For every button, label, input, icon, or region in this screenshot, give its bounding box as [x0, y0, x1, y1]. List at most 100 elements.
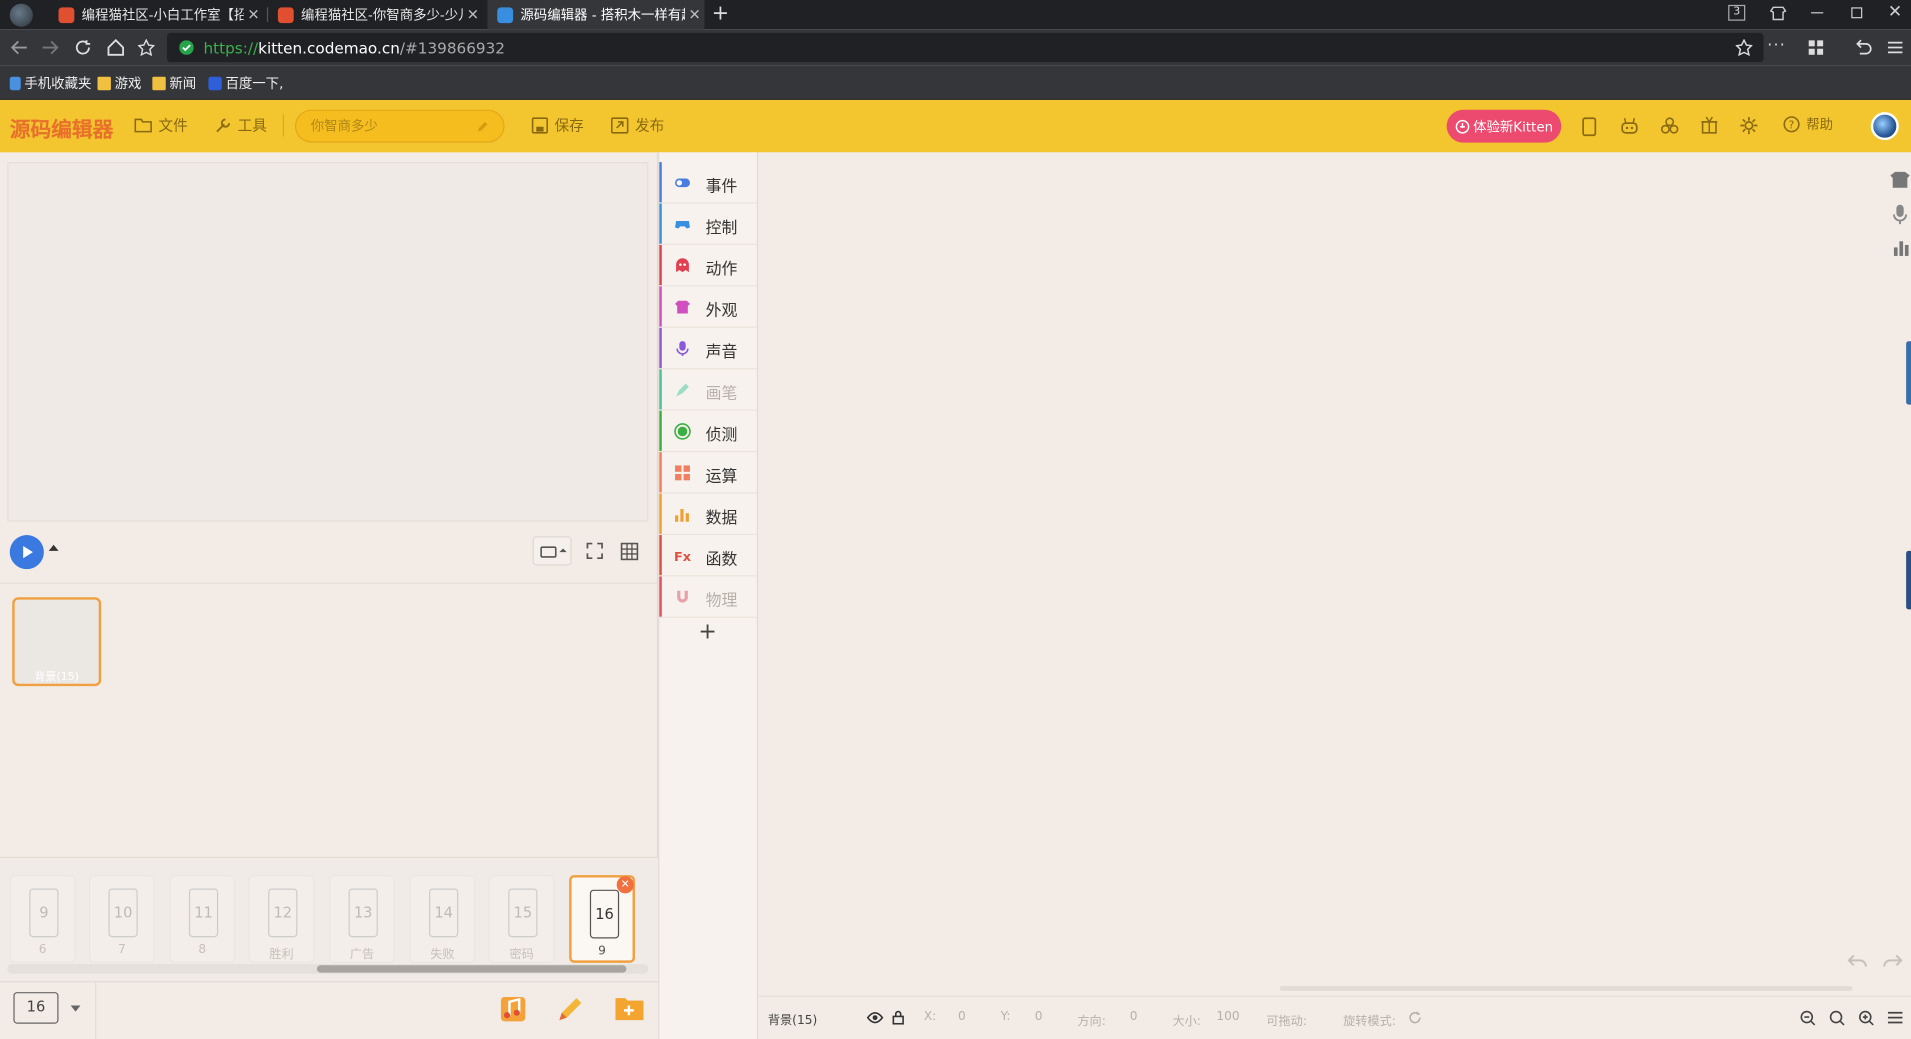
back-icon[interactable] — [10, 39, 28, 56]
paint-pencil-icon[interactable] — [555, 993, 587, 1025]
skin-icon[interactable] — [1769, 5, 1787, 22]
tab-count-badge[interactable]: 3 — [1728, 4, 1746, 21]
try-new-kitten-button[interactable]: 体验新Kitten — [1446, 109, 1562, 143]
costume-shirt-icon[interactable] — [1890, 169, 1911, 189]
sprite-name-field[interactable]: 背景(15) — [768, 1009, 856, 1027]
sprite-card[interactable]: 背景(15) — [12, 597, 102, 687]
scene-page[interactable]: 14 失败 — [409, 875, 476, 963]
project-name-input[interactable]: 你智商多少 — [294, 109, 505, 143]
rotation-mode-icon[interactable] — [1408, 1010, 1423, 1025]
play-options-caret-icon[interactable] — [48, 544, 59, 551]
settings-gear-icon[interactable] — [1739, 116, 1759, 136]
upload-folder-icon[interactable] — [614, 995, 644, 1022]
bookmark-news[interactable]: 新闻 — [152, 73, 196, 93]
more-icon[interactable]: ··· — [1767, 37, 1786, 55]
music-library-icon[interactable] — [498, 995, 527, 1024]
data-chart-icon[interactable] — [1893, 239, 1910, 256]
extensions-icon[interactable] — [1660, 116, 1680, 136]
gift-icon[interactable] — [1700, 116, 1718, 134]
browser-tab-0[interactable]: 编程猫社区-小白工作室【招人 ✕ — [49, 0, 264, 29]
category-data[interactable]: 数据 — [659, 493, 757, 536]
close-tab-icon[interactable]: ✕ — [463, 6, 483, 23]
list-menu-icon[interactable] — [1887, 1010, 1903, 1025]
reload-icon[interactable] — [74, 39, 91, 56]
category-pen[interactable]: 画笔 — [659, 369, 757, 411]
favorites-icon[interactable] — [137, 39, 155, 57]
category-sound[interactable]: 声音 — [659, 327, 757, 370]
category-physics[interactable]: 物理 — [659, 576, 757, 618]
category-looks[interactable]: 外观 — [659, 286, 757, 328]
tablet-icon[interactable] — [1582, 117, 1597, 137]
add-category-icon[interactable]: + — [698, 619, 716, 645]
redo-icon[interactable] — [1883, 953, 1903, 970]
x-value[interactable]: 0 — [958, 1010, 966, 1023]
file-menu-button[interactable]: 文件 — [134, 115, 188, 136]
save-button[interactable]: 保存 — [531, 115, 584, 136]
stage-size-button[interactable] — [532, 536, 572, 566]
workspace-h-scrollbar[interactable] — [1279, 985, 1853, 991]
help-button[interactable]: ? 帮助 — [1783, 115, 1833, 135]
url-field[interactable]: https://kitten.codemao.cn/#139866932 — [166, 32, 1764, 63]
secure-lock-icon — [179, 40, 194, 55]
minimize-icon[interactable] — [1811, 12, 1824, 14]
scene-page[interactable]: 96 — [9, 875, 76, 963]
scene-page[interactable]: 11 8 — [169, 875, 236, 963]
forward-icon[interactable] — [41, 39, 59, 56]
zoom-out-icon[interactable] — [1800, 1010, 1816, 1026]
workspace-side-tab[interactable] — [1906, 550, 1911, 610]
stage-canvas[interactable] — [7, 162, 649, 522]
category-functions[interactable]: Fx 函数 — [659, 535, 757, 577]
category-control[interactable]: 控制 — [659, 203, 757, 245]
close-window-icon[interactable]: ✕ — [1888, 2, 1902, 22]
page-count-button[interactable]: 16 — [13, 992, 59, 1024]
tools-menu-button[interactable]: 工具 — [215, 115, 267, 136]
script-workspace[interactable] — [759, 152, 1911, 996]
bookmark-baidu[interactable]: 百度一下, — [208, 73, 283, 93]
grid-icon[interactable] — [620, 542, 639, 561]
browser-tab-1[interactable]: 编程猫社区-你智商多少-少儿编 ✕ — [268, 0, 483, 29]
category-motion[interactable]: 动作 — [659, 244, 757, 287]
bookmark-mobile[interactable]: 手机收藏夹 — [9, 73, 91, 93]
category-operators[interactable]: 运算 — [659, 452, 757, 494]
category-events[interactable]: 事件 — [659, 162, 757, 204]
scene-page[interactable]: 12 胜利 — [248, 875, 315, 963]
direction-label: 方向: — [1077, 1015, 1106, 1029]
menu-icon[interactable] — [1887, 40, 1903, 55]
lock-icon[interactable] — [892, 1010, 904, 1025]
user-avatar[interactable] — [1870, 112, 1899, 141]
visibility-eye-icon[interactable] — [866, 1011, 884, 1024]
y-value[interactable]: 0 — [1035, 1010, 1043, 1023]
publish-button[interactable]: 发布 — [611, 115, 664, 136]
delete-page-icon[interactable]: ✕ — [616, 876, 634, 894]
page-count-caret-icon[interactable] — [70, 1005, 81, 1012]
scene-page[interactable]: 13 广告 — [329, 875, 395, 963]
zoom-reset-icon[interactable] — [1829, 1010, 1845, 1026]
restore-icon[interactable] — [1851, 7, 1863, 19]
pages-scrollbar-thumb[interactable] — [316, 965, 627, 973]
scene-page[interactable]: 15 密码 — [488, 875, 555, 963]
sound-mic-icon[interactable] — [1892, 204, 1909, 225]
workspace-side-tab[interactable] — [1906, 341, 1911, 405]
play-button[interactable] — [9, 535, 44, 570]
bookmark-star-icon[interactable] — [1735, 39, 1753, 57]
app-logo[interactable]: 源码编辑器 — [10, 112, 114, 142]
home-icon[interactable] — [107, 39, 125, 56]
category-sensing[interactable]: 侦测 — [659, 410, 757, 453]
apps-grid-icon[interactable] — [1808, 40, 1824, 55]
new-tab-icon[interactable]: + — [712, 1, 729, 25]
browser-tab-2[interactable]: 源码编辑器 - 搭积木一样有趣 ✕ — [487, 0, 705, 30]
bookmark-games[interactable]: 游戏 — [97, 73, 141, 93]
direction-value[interactable]: 0 — [1130, 1010, 1138, 1023]
robot-icon[interactable] — [1620, 117, 1640, 135]
undo-icon[interactable] — [1847, 953, 1868, 970]
size-value[interactable]: 100 — [1216, 1010, 1239, 1023]
svg-text:?: ? — [1789, 119, 1795, 132]
fullscreen-icon[interactable] — [586, 542, 603, 560]
scene-page[interactable]: 10 7 — [88, 875, 155, 963]
browser-avatar-icon[interactable] — [9, 3, 33, 27]
zoom-in-icon[interactable] — [1859, 1010, 1875, 1026]
close-tab-icon[interactable]: ✕ — [244, 6, 264, 23]
undo-close-icon[interactable] — [1855, 39, 1872, 56]
close-tab-icon[interactable]: ✕ — [685, 6, 705, 23]
edit-pencil-icon[interactable] — [477, 121, 489, 133]
